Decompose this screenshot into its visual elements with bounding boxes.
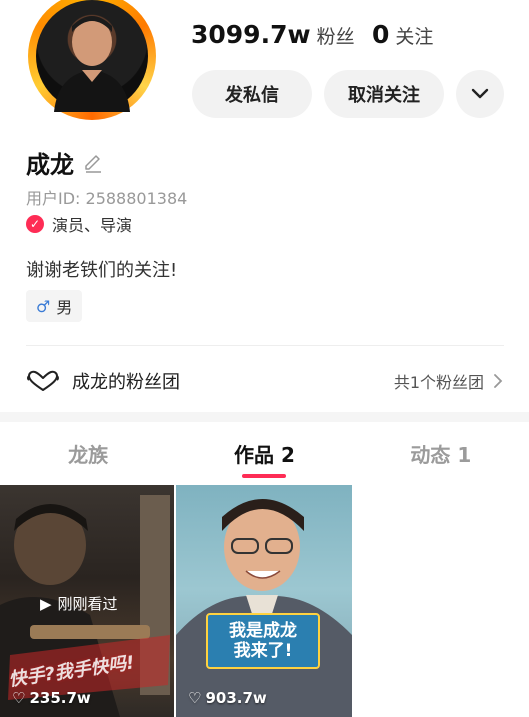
caption-line: 我来了! bbox=[233, 641, 293, 661]
tab-bar: 龙族 作品 2 动态 1 bbox=[0, 422, 529, 484]
profile-name-text: 成龙 bbox=[26, 151, 74, 179]
followers-label: 粉丝 bbox=[316, 26, 355, 48]
following-stat[interactable]: 0 关注 bbox=[372, 20, 433, 49]
fanclub-row[interactable]: 成龙的粉丝团 共1个粉丝团 bbox=[26, 363, 504, 399]
following-count: 0 bbox=[372, 20, 390, 49]
watched-text: 刚刚看过 bbox=[57, 595, 118, 613]
tab-longzu[interactable]: 龙族 bbox=[0, 422, 176, 484]
heart-outline-icon: ♡ bbox=[12, 689, 26, 707]
video-thumbnail[interactable]: 我是成龙 我来了! ♡ 903.7w bbox=[176, 485, 352, 717]
tab-label: 作品 2 bbox=[234, 442, 295, 467]
message-button[interactable]: 发私信 bbox=[192, 70, 312, 118]
gender-text: 男 bbox=[56, 298, 73, 317]
avatar[interactable] bbox=[12, 0, 172, 122]
section-gap bbox=[0, 412, 529, 422]
likes-value: 235.7w bbox=[29, 689, 91, 707]
heart-icon bbox=[27, 370, 59, 391]
video-caption: 我是成龙 我来了! bbox=[206, 613, 320, 669]
divider bbox=[26, 345, 504, 346]
profile-name: 成龙 bbox=[26, 145, 104, 180]
tab-moments[interactable]: 动态 1 bbox=[353, 422, 529, 484]
video-thumbnail[interactable]: ▶ 刚刚看过 快手?我手快吗! ♡ 235.7w bbox=[0, 485, 174, 717]
tab-label: 动态 1 bbox=[410, 442, 472, 467]
play-icon: ▶ bbox=[40, 594, 52, 613]
followers-count: 3099.7w bbox=[191, 20, 311, 49]
male-icon: ♂ bbox=[36, 296, 51, 316]
chevron-right-icon bbox=[494, 374, 503, 388]
user-id: 用户ID: 2588801384 bbox=[26, 189, 188, 208]
avatar-image bbox=[36, 0, 148, 112]
followers-stat[interactable]: 3099.7w 粉丝 bbox=[191, 20, 355, 49]
bio: 谢谢老铁们的关注! bbox=[26, 260, 178, 281]
tab-indicator bbox=[242, 474, 287, 478]
edit-icon[interactable] bbox=[82, 152, 104, 174]
unfollow-button[interactable]: 取消关注 bbox=[324, 70, 444, 118]
likes-count: ♡ 903.7w bbox=[188, 689, 267, 707]
gender-tag: ♂ 男 bbox=[26, 290, 83, 322]
fanclub-label: 成龙的粉丝团 bbox=[72, 372, 180, 393]
fanclub-count: 共1个粉丝团 bbox=[393, 373, 484, 392]
tab-label: 龙族 bbox=[68, 442, 109, 467]
more-button[interactable] bbox=[456, 70, 504, 118]
likes-count: ♡ 235.7w bbox=[12, 689, 91, 707]
caption-line: 我是成龙 bbox=[229, 621, 297, 641]
chevron-down-icon bbox=[471, 88, 489, 99]
likes-value: 903.7w bbox=[205, 689, 267, 707]
following-label: 关注 bbox=[395, 26, 434, 48]
video-preview bbox=[176, 499, 352, 717]
verification-text: 演员、导演 bbox=[52, 216, 133, 235]
verification: ✓ 演员、导演 bbox=[26, 212, 132, 236]
watched-badge: ▶ 刚刚看过 bbox=[40, 593, 118, 614]
verified-icon: ✓ bbox=[26, 215, 44, 233]
tab-works[interactable]: 作品 2 bbox=[176, 422, 352, 484]
heart-outline-icon: ♡ bbox=[188, 689, 202, 707]
